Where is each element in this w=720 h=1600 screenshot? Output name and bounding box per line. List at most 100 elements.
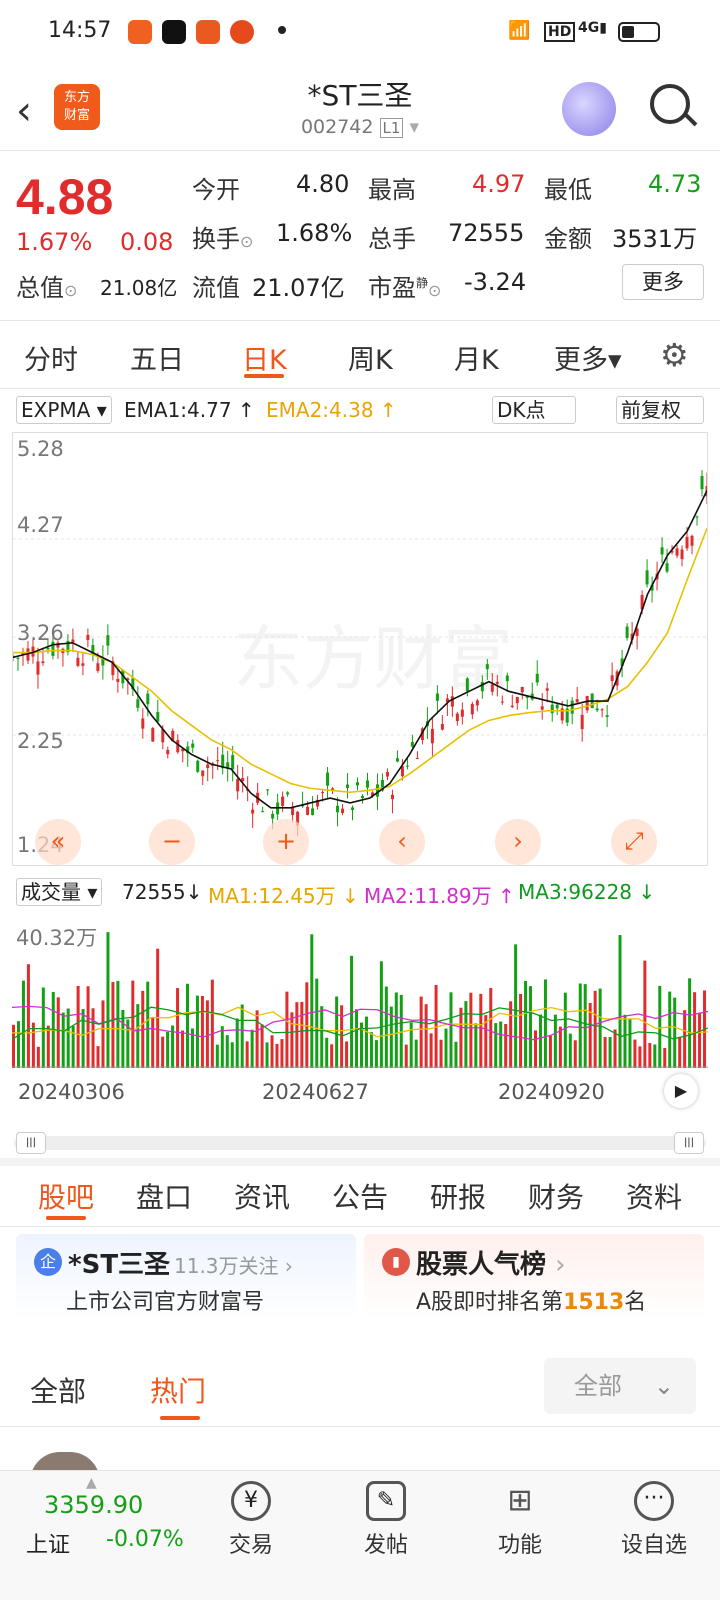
- play-right-icon[interactable]: ▶: [664, 1074, 698, 1108]
- candle: [385, 772, 389, 777]
- tab-monthly-k[interactable]: 月K: [454, 338, 499, 377]
- nav-post[interactable]: 发帖: [331, 1527, 441, 1559]
- tab-guba[interactable]: 股吧: [38, 1176, 94, 1216]
- volume-bar: [633, 1039, 637, 1068]
- vol-ma2: MA2:11.89万 ↑: [364, 884, 515, 908]
- tab-research[interactable]: 研报: [430, 1176, 486, 1216]
- volume-bar: [479, 993, 483, 1068]
- tab-profile[interactable]: 资料: [626, 1176, 682, 1216]
- candle: [685, 536, 689, 549]
- tab-daily-k[interactable]: 日K: [242, 338, 287, 377]
- volume-bar: [16, 1021, 20, 1068]
- volume-bar: [295, 1002, 299, 1068]
- tab-pankou[interactable]: 盘口: [136, 1176, 192, 1216]
- volume-indicator-select[interactable]: 成交量 ▾: [16, 878, 103, 906]
- scroll-right-icon[interactable]: ›: [495, 819, 541, 865]
- volume-bar: [210, 979, 214, 1068]
- collapse-up-icon[interactable]: ▲: [86, 1475, 97, 1491]
- scroll-left-fast-icon[interactable]: «: [35, 819, 81, 865]
- zoom-in-icon[interactable]: +: [263, 819, 309, 865]
- search-icon[interactable]: [650, 84, 690, 124]
- open-value: 4.80: [296, 170, 350, 198]
- tab-five-day[interactable]: 五日: [130, 338, 184, 377]
- volume-bar: [688, 978, 692, 1068]
- scroll-left-icon[interactable]: ‹: [379, 819, 425, 865]
- volume-bar: [653, 1044, 657, 1068]
- trade-yen-icon[interactable]: ¥: [231, 1481, 271, 1521]
- post-edit-icon[interactable]: ✎: [366, 1481, 406, 1521]
- candle: [311, 808, 315, 816]
- pe-value: -3.24: [464, 268, 527, 296]
- filter-all[interactable]: 全部: [30, 1370, 86, 1410]
- candle: [555, 704, 559, 709]
- volume-current: 72555↓: [122, 880, 203, 904]
- candle: [191, 743, 195, 748]
- watchlist-icon[interactable]: ···: [634, 1481, 674, 1521]
- volume-bar: [91, 1008, 95, 1068]
- tab-announcements[interactable]: 公告: [332, 1176, 388, 1216]
- tab-intraday[interactable]: 分时: [24, 338, 78, 377]
- volume-bar: [583, 984, 587, 1068]
- candle: [600, 709, 604, 711]
- candle: [336, 805, 340, 813]
- more-button[interactable]: 更多: [622, 264, 704, 300]
- candle: [680, 549, 684, 560]
- assistant-robot-icon[interactable]: [562, 82, 616, 136]
- indicator-select[interactable]: EXPMA ▾: [16, 396, 112, 424]
- candle: [460, 709, 464, 717]
- volume-bar: [404, 1044, 408, 1068]
- volume-bar: [668, 991, 672, 1068]
- tab-weekly-k[interactable]: 周K: [348, 338, 393, 377]
- fullscreen-icon[interactable]: ⤢: [611, 819, 657, 865]
- dk-point-button[interactable]: DK点: [492, 396, 576, 424]
- candle: [540, 706, 544, 710]
- filter-hot[interactable]: 热门: [150, 1370, 206, 1410]
- candle: [341, 808, 345, 813]
- volume-bar: [663, 1047, 667, 1068]
- volume-bar: [534, 1030, 537, 1068]
- popularity-card[interactable]: ▮ 股票人气榜 › A股即时排名第1513名: [364, 1234, 704, 1320]
- company-card-title: *ST三圣: [68, 1250, 171, 1280]
- volume-chart[interactable]: 40.32万: [12, 914, 708, 1068]
- candle: [575, 699, 579, 703]
- adjustment-button[interactable]: 前复权: [616, 396, 704, 424]
- functions-grid-icon[interactable]: ⊞: [500, 1481, 540, 1521]
- filter-tab-indicator: [160, 1416, 200, 1420]
- candlestick-chart[interactable]: 东方财富 5.28 4.27 3.26 2.25 1.24 « − + ‹ › …: [12, 432, 708, 866]
- volume-bar: [335, 996, 339, 1068]
- candle: [485, 664, 489, 670]
- nav-trade[interactable]: 交易: [196, 1527, 306, 1559]
- tab-finance[interactable]: 财务: [528, 1176, 584, 1216]
- popularity-rank: A股即时排名第1513名: [416, 1290, 647, 1315]
- vol-ma3: MA3:96228 ↓: [518, 880, 656, 904]
- candle: [450, 696, 454, 707]
- ema2-value: EMA2:4.38 ↑: [266, 398, 397, 422]
- tab-news[interactable]: 资讯: [234, 1176, 290, 1216]
- candle: [520, 687, 524, 693]
- candle: [475, 700, 479, 706]
- settings-gear-icon[interactable]: ⚙: [660, 336, 689, 374]
- volume-svg: [12, 932, 708, 1068]
- tab-more[interactable]: 更多▾: [554, 338, 622, 377]
- candle: [395, 758, 399, 762]
- candle: [16, 657, 20, 659]
- volume-bar: [444, 1028, 448, 1068]
- time-range-scrollbar[interactable]: ||| |||: [14, 1132, 706, 1154]
- volume-bar: [613, 1029, 617, 1068]
- volume-bar: [538, 1014, 542, 1068]
- nav-functions[interactable]: 功能: [465, 1527, 575, 1559]
- float-label: 流值: [192, 274, 240, 302]
- candle: [271, 813, 275, 819]
- volume-bar: [543, 979, 547, 1068]
- company-account-card[interactable]: 企 *ST三圣 11.3万关注 › 上市公司官方财富号: [16, 1234, 356, 1320]
- volume-bar: [693, 992, 697, 1068]
- volume-bar: [176, 988, 180, 1068]
- volume-bar: [56, 997, 60, 1068]
- company-card-subtitle: 上市公司官方财富号: [66, 1290, 265, 1315]
- candle: [81, 663, 85, 666]
- nav-add-watchlist[interactable]: 设自选: [599, 1527, 709, 1559]
- volume-bar: [593, 990, 597, 1068]
- zoom-out-icon[interactable]: −: [149, 819, 195, 865]
- filter-select[interactable]: 全部 ⌄: [544, 1358, 696, 1414]
- candle: [86, 634, 90, 640]
